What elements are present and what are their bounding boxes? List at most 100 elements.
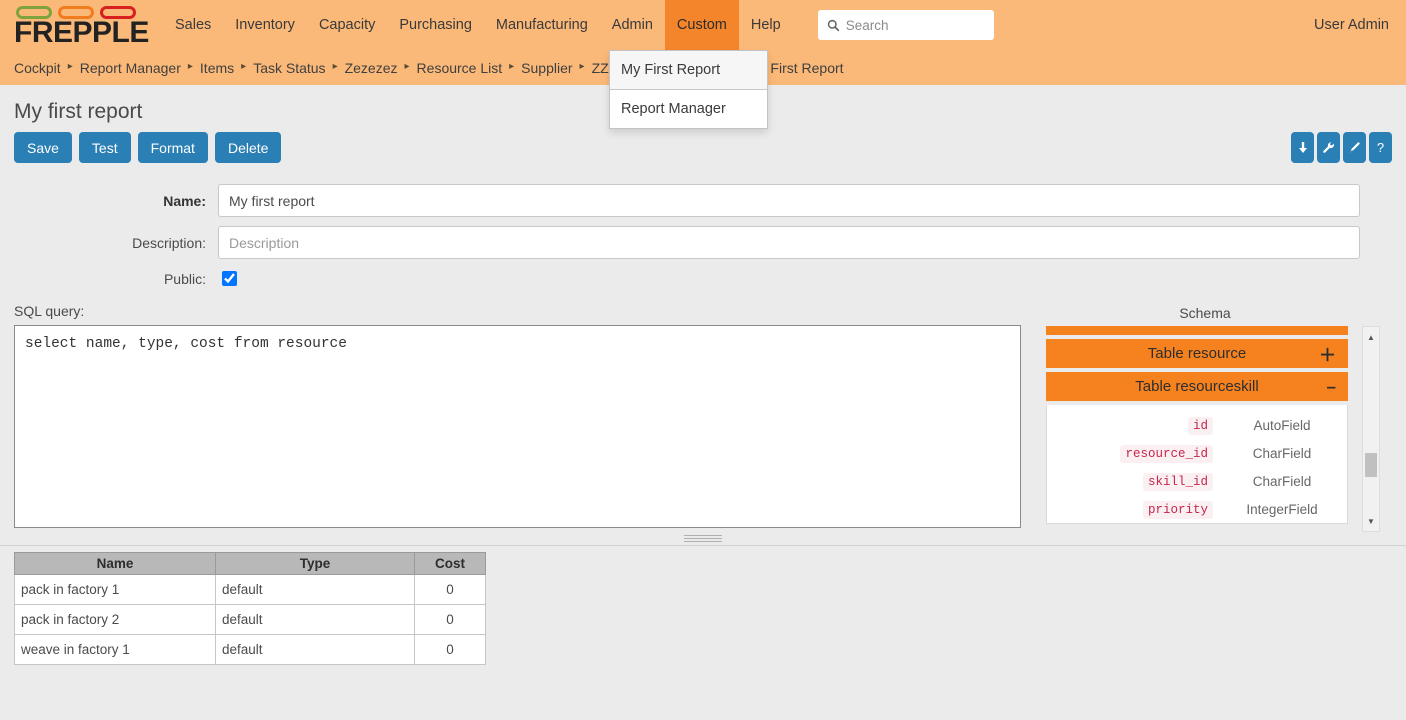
action-button-row: Save Test Format Delete [14, 132, 281, 163]
cell-name: pack in factory 2 [15, 605, 216, 635]
schema-table-resourceskill-label: Table resourceskill [1046, 378, 1348, 395]
cell-name: pack in factory 1 [15, 575, 216, 605]
frepple-logo[interactable]: FREPPLE [14, 0, 149, 50]
wrench-icon[interactable] [1317, 132, 1340, 163]
cell-type: default [216, 635, 415, 665]
breadcrumb-item-items[interactable]: Items [200, 60, 234, 76]
breadcrumb-item-supplier[interactable]: Supplier [521, 60, 572, 76]
breadcrumb-item-cockpit[interactable]: Cockpit [14, 60, 61, 76]
description-label: Description: [0, 235, 218, 251]
user-admin-menu[interactable]: User Admin [1314, 17, 1389, 33]
query-results-table: Name Type Cost pack in factory 1 default… [14, 552, 486, 665]
description-field-row: Description: [0, 226, 1360, 259]
delete-button[interactable]: Delete [215, 132, 281, 163]
nav-item-admin[interactable]: Admin [600, 0, 665, 50]
toolbar-icon-row: ? [1291, 132, 1392, 163]
breadcrumb-separator-icon: ▸ [68, 61, 73, 72]
schema-field-list: id AutoField resource_id CharField skill… [1046, 405, 1348, 524]
cell-cost: 0 [415, 605, 486, 635]
schema-field-name-cell: priority [1047, 500, 1217, 518]
nav-item-manufacturing[interactable]: Manufacturing [484, 0, 600, 50]
schema-field-name-cell: resource_id [1047, 444, 1217, 462]
public-label: Public: [0, 271, 218, 287]
nav-item-help[interactable]: Help [739, 0, 793, 50]
nav-item-inventory[interactable]: Inventory [223, 0, 307, 50]
collapse-minus-icon[interactable]: – [1327, 377, 1336, 397]
description-input[interactable] [218, 226, 1360, 259]
breadcrumb-item-task-status[interactable]: Task Status [253, 60, 325, 76]
search-icon [827, 19, 840, 32]
breadcrumb-separator-icon: ▸ [188, 61, 193, 72]
expand-plus-icon[interactable]: ＋ [1319, 341, 1336, 366]
nav-item-sales[interactable]: Sales [163, 0, 223, 50]
page-title: My first report [14, 100, 142, 124]
schema-scrollbar[interactable]: ▲ ▼ [1362, 326, 1380, 532]
schema-field-type: IntegerField [1217, 502, 1347, 517]
breadcrumb-separator-icon: ▸ [241, 61, 246, 72]
schema-field-row: id AutoField [1047, 411, 1347, 439]
drag-grip-icon [684, 535, 722, 542]
schema-field-name-cell: id [1047, 416, 1217, 434]
schema-field-row: priority IntegerField [1047, 495, 1347, 523]
format-button[interactable]: Format [138, 132, 208, 163]
column-header-type[interactable]: Type [216, 553, 415, 575]
cell-name: weave in factory 1 [15, 635, 216, 665]
table-row[interactable]: pack in factory 2 default 0 [15, 605, 486, 635]
logo-wordmark: FREPPLE [14, 18, 149, 48]
search-box[interactable] [818, 10, 994, 40]
breadcrumb-item-zezezez[interactable]: Zezezez [345, 60, 398, 76]
scroll-up-arrow-icon[interactable]: ▲ [1363, 329, 1379, 345]
column-header-cost[interactable]: Cost [415, 553, 486, 575]
breadcrumb-separator-icon: ▸ [333, 61, 338, 72]
nav-item-custom[interactable]: Custom [665, 0, 739, 50]
download-icon[interactable] [1291, 132, 1314, 163]
schema-field-type: CharField [1217, 474, 1347, 489]
dropdown-item-my-first-report[interactable]: My First Report [610, 51, 767, 89]
schema-panel: Table resource ＋ Table resourceskill – i… [1046, 326, 1390, 532]
custom-menu-dropdown: My First Report Report Manager [609, 50, 768, 129]
dropdown-item-report-manager[interactable]: Report Manager [610, 90, 767, 128]
schema-title: Schema [1045, 305, 1365, 321]
test-button[interactable]: Test [79, 132, 131, 163]
schema-field-row: resource_id CharField [1047, 439, 1347, 467]
cell-cost: 0 [415, 575, 486, 605]
pencil-icon[interactable] [1343, 132, 1366, 163]
breadcrumb-separator-icon: ▸ [405, 61, 410, 72]
sql-query-textarea[interactable] [14, 325, 1021, 528]
name-input[interactable] [218, 184, 1360, 217]
schema-field-name: priority [1143, 501, 1213, 519]
breadcrumb-item-report-manager[interactable]: Report Manager [80, 60, 181, 76]
cell-type: default [216, 575, 415, 605]
nav-item-purchasing[interactable]: Purchasing [387, 0, 484, 50]
sql-query-label: SQL query: [14, 303, 84, 319]
table-row[interactable]: pack in factory 1 default 0 [15, 575, 486, 605]
table-header-row: Name Type Cost [15, 553, 486, 575]
schema-field-name-cell: skill_id [1047, 472, 1217, 490]
scrollbar-thumb[interactable] [1365, 453, 1377, 477]
schema-table-resource-label: Table resource [1046, 345, 1348, 362]
public-checkbox[interactable] [222, 271, 237, 286]
schema-field-name: id [1188, 417, 1213, 435]
breadcrumb-item-resource-list[interactable]: Resource List [417, 60, 503, 76]
help-icon[interactable]: ? [1369, 132, 1392, 163]
save-button[interactable]: Save [14, 132, 72, 163]
breadcrumb-separator-icon: ▸ [580, 61, 585, 72]
schema-field-name: resource_id [1120, 445, 1213, 463]
schema-table-resourceskill-header[interactable]: Table resourceskill – [1046, 372, 1348, 401]
public-field-row: Public: [0, 268, 240, 289]
schema-table-resource-header[interactable]: Table resource ＋ [1046, 339, 1348, 368]
table-row[interactable]: weave in factory 1 default 0 [15, 635, 486, 665]
scroll-down-arrow-icon[interactable]: ▼ [1363, 513, 1379, 529]
search-input[interactable] [844, 17, 985, 34]
cell-type: default [216, 605, 415, 635]
cell-cost: 0 [415, 635, 486, 665]
schema-field-row: skill_id CharField [1047, 467, 1347, 495]
schema-field-type: AutoField [1217, 418, 1347, 433]
schema-table-header-clipped[interactable] [1046, 326, 1348, 335]
pane-resize-handle[interactable] [0, 532, 1406, 546]
schema-field-type: CharField [1217, 446, 1347, 461]
breadcrumb-separator-icon: ▸ [509, 61, 514, 72]
nav-item-capacity[interactable]: Capacity [307, 0, 387, 50]
schema-field-name: skill_id [1143, 473, 1213, 491]
column-header-name[interactable]: Name [15, 553, 216, 575]
